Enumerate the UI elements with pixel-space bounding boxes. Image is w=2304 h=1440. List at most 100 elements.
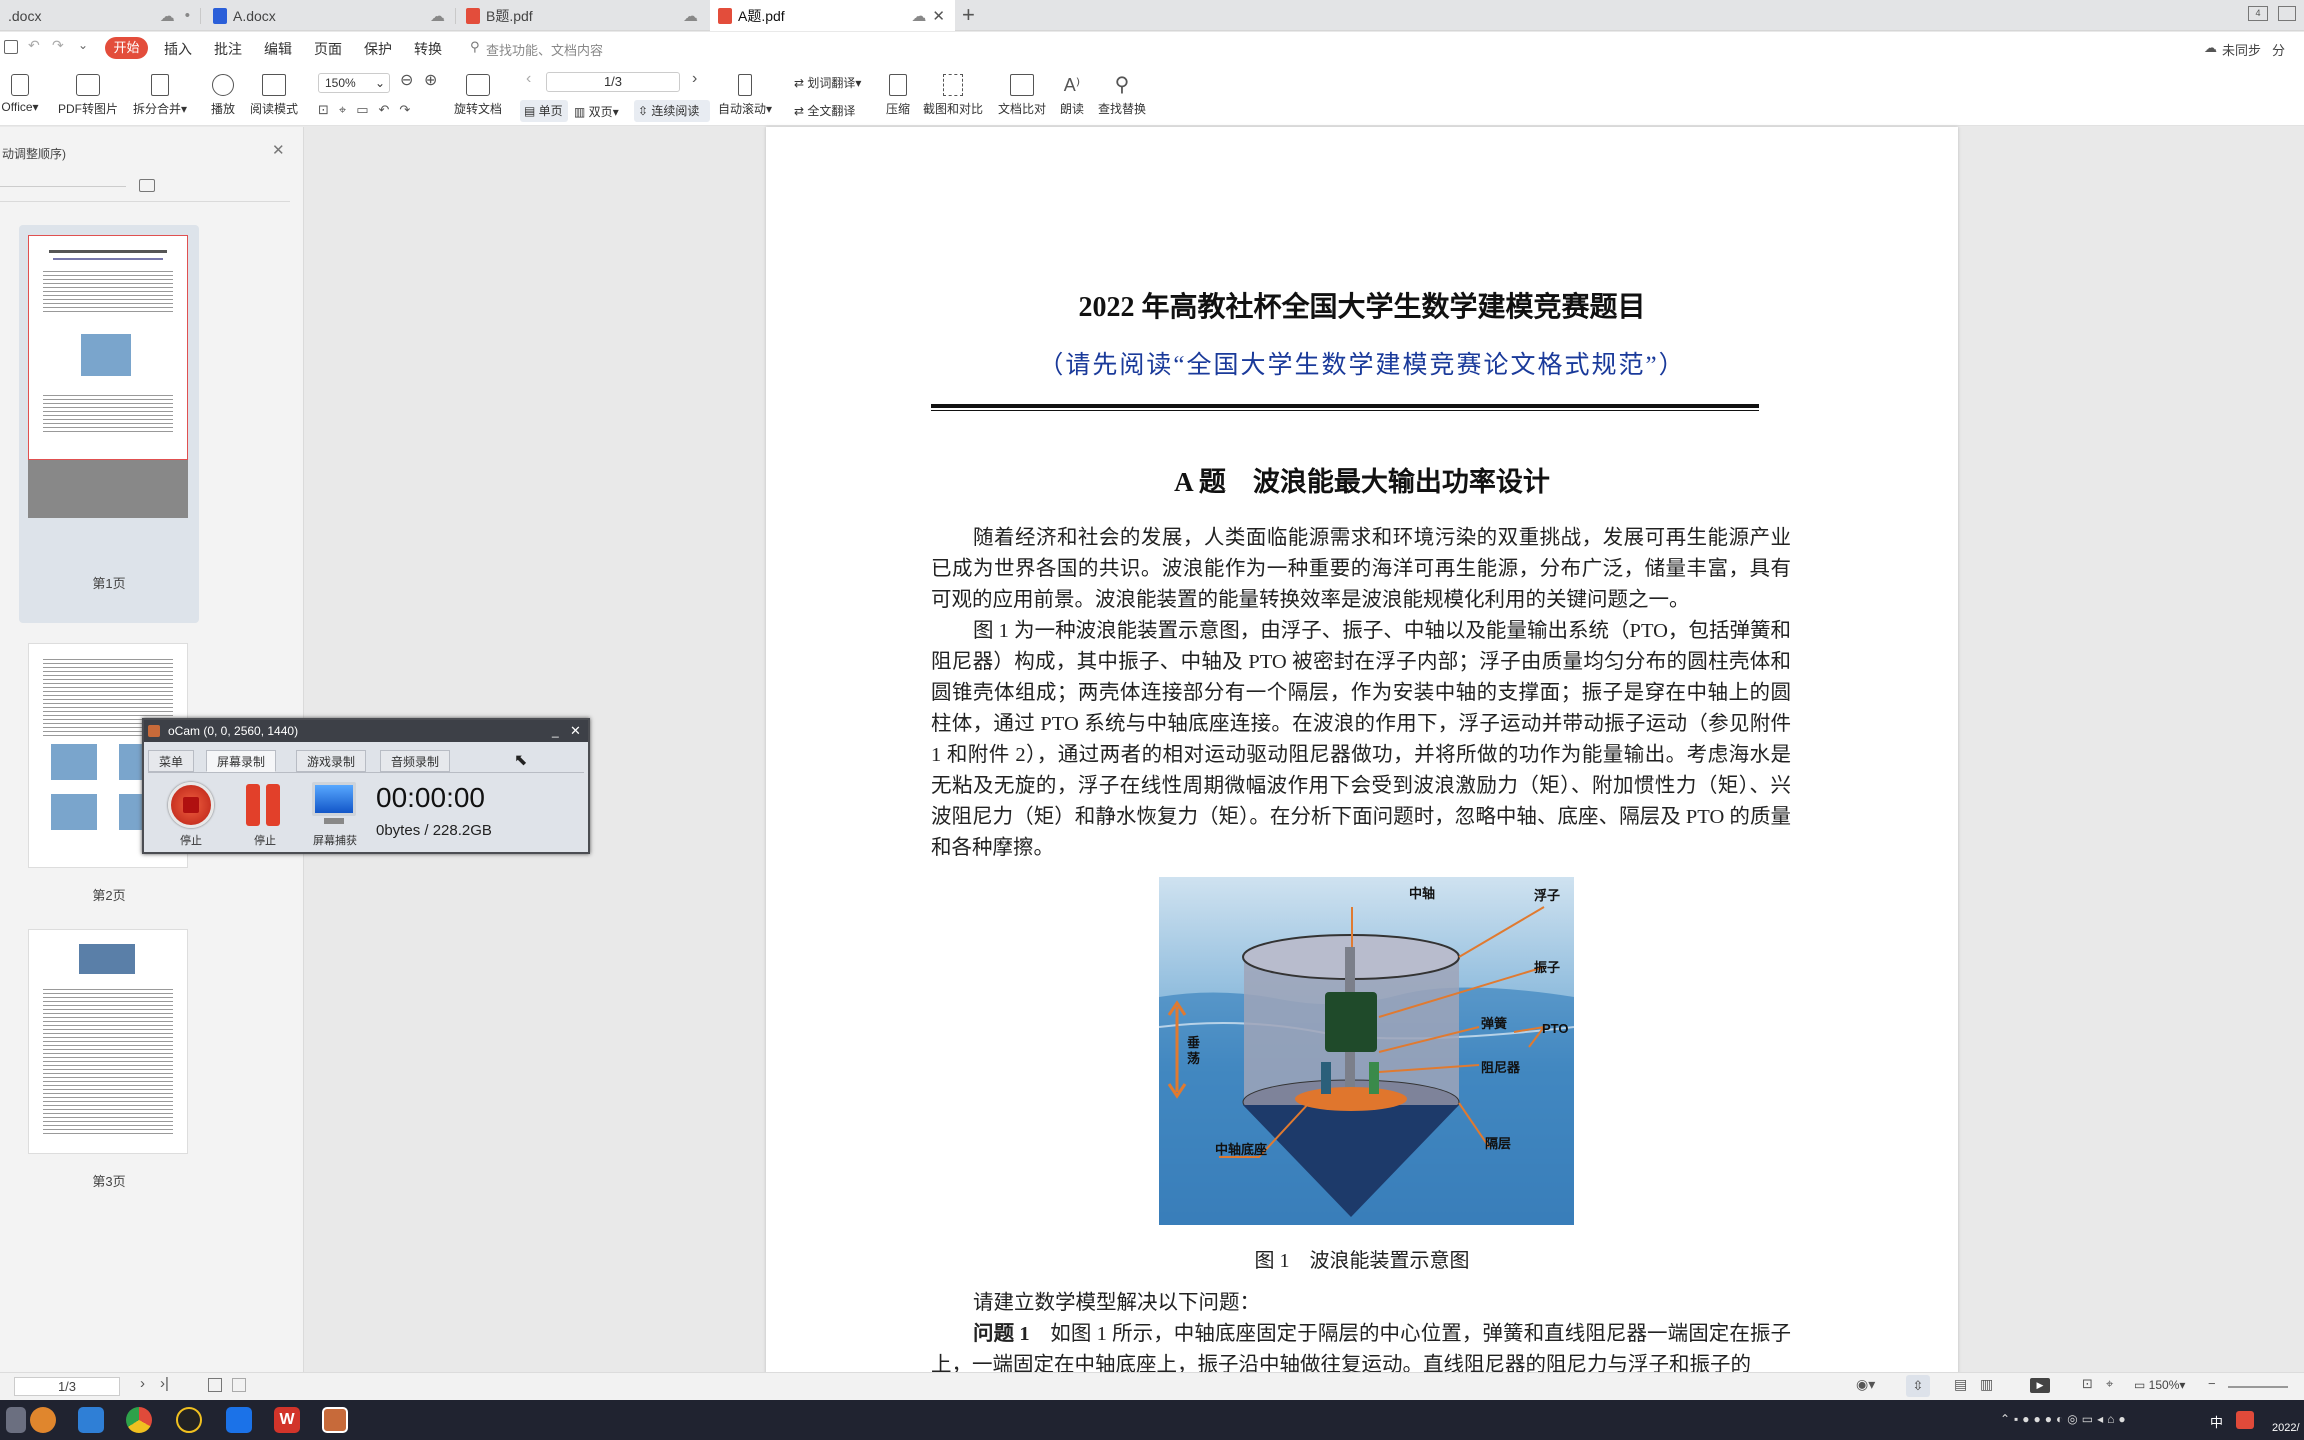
explorer-icon[interactable]: [6, 1407, 26, 1433]
translate-full-button[interactable]: ⇄ 全文翻译: [794, 102, 855, 119]
feishu-icon[interactable]: [78, 1407, 104, 1433]
split-merge-button[interactable]: 拆分合并▾: [130, 74, 190, 117]
menu-convert[interactable]: 转换: [414, 39, 442, 59]
ime-indicator[interactable]: 中: [2210, 1412, 2223, 1431]
play-button[interactable]: 播放: [208, 74, 238, 117]
page-number-input[interactable]: 1/3: [546, 72, 680, 92]
compress-icon: [889, 74, 907, 96]
share-button[interactable]: 分: [2272, 40, 2285, 59]
close-icon[interactable]: ✕: [932, 7, 945, 25]
tab-b-pdf[interactable]: B题.pdf ☁: [458, 0, 708, 31]
read-aloud-button[interactable]: A⁾ 朗读: [1056, 74, 1088, 117]
tab-divider: [455, 8, 456, 24]
function-search-input[interactable]: 查找功能、文档内容: [486, 40, 603, 59]
speaker-icon: A⁾: [1063, 75, 1081, 95]
question-1-text: 如图 1 所示，中轴底座固定于隔层的中心位置，弹簧和直线阻尼器一端固定在振子上，…: [931, 1323, 1792, 1376]
rotate-doc-button[interactable]: 旋转文档: [452, 74, 504, 117]
doc-compare-button[interactable]: 文档比对: [994, 74, 1050, 117]
zoom-slider[interactable]: [2228, 1386, 2288, 1388]
wps-icon[interactable]: W: [274, 1407, 300, 1433]
record-size: 0bytes / 228.2GB: [376, 822, 492, 839]
screenshot-compare-button[interactable]: 截图和对比: [922, 74, 984, 117]
auto-scroll-button[interactable]: 自动滚动▾: [716, 74, 774, 117]
fit-width-icon[interactable]: [232, 1378, 246, 1392]
compress-button[interactable]: 压缩: [880, 74, 916, 117]
firefox-icon[interactable]: [30, 1407, 56, 1433]
ocam-taskbar-icon[interactable]: [322, 1407, 348, 1433]
record-stop-icon[interactable]: [168, 782, 214, 828]
ocam-tab-game-record[interactable]: 游戏录制: [296, 750, 367, 772]
pause-icon-left[interactable]: [246, 784, 260, 826]
ocam-app-icon: [148, 725, 160, 737]
view-tool-icons[interactable]: ⊡⌖▭↶↷: [318, 102, 420, 118]
prev-page-icon[interactable]: ‹: [526, 70, 531, 88]
menu-comment[interactable]: 批注: [214, 39, 242, 59]
single-page-button[interactable]: ▤ 单页: [520, 100, 568, 122]
undo-icon[interactable]: ↶: [28, 37, 40, 54]
dingtalk-icon[interactable]: [226, 1407, 252, 1433]
sogou-ime-icon[interactable]: [2236, 1411, 2254, 1429]
single-page-icon[interactable]: ▤: [1954, 1376, 1967, 1393]
window-layout-icon[interactable]: 4: [2248, 6, 2268, 21]
continuous-view-icon[interactable]: ⇳: [1906, 1375, 1930, 1397]
pause-icon-right[interactable]: [266, 784, 280, 826]
crop-icon[interactable]: ⌖: [2106, 1376, 2113, 1392]
split-merge-label: 拆分合并: [132, 102, 181, 116]
menu-page[interactable]: 页面: [314, 39, 342, 59]
find-replace-label: 查找替换: [1097, 102, 1146, 116]
page-thumbnail-1[interactable]: 第1页: [19, 225, 199, 623]
last-page-icon[interactable]: ›|: [160, 1375, 169, 1392]
pdf-to-image-button[interactable]: PDF转图片: [56, 74, 120, 117]
zoom-select[interactable]: 150% ⌄: [318, 73, 390, 93]
ocam-tab-audio-record[interactable]: 音频录制: [380, 750, 451, 772]
qq-icon[interactable]: [176, 1407, 202, 1433]
new-tab-plus-icon[interactable]: +: [962, 2, 975, 28]
minimize-icon[interactable]: _: [552, 720, 559, 742]
read-mode-button[interactable]: 阅读模式: [248, 74, 300, 117]
zoom-out-icon[interactable]: ⊖: [400, 70, 413, 90]
ocam-tab-screen-record[interactable]: 屏幕录制: [206, 750, 277, 772]
find-replace-button[interactable]: ⚲ 查找替换: [1096, 74, 1148, 117]
menu-edit[interactable]: 编辑: [264, 39, 292, 59]
tab-cloud-icon: ☁: [159, 7, 175, 25]
zoom-level[interactable]: ▭ 150%▾: [2134, 1378, 2185, 1392]
continuous-read-button[interactable]: ⇳ 连续阅读: [634, 100, 710, 122]
status-page-input[interactable]: 1/3: [14, 1377, 120, 1396]
next-page-icon[interactable]: ›: [692, 70, 697, 88]
ocam-title-bar[interactable]: oCam (0, 0, 2560, 1440) _ ✕: [144, 720, 588, 742]
ocam-tab-menu[interactable]: 菜单: [148, 750, 195, 772]
tab-docx[interactable]: .docx ☁ •: [0, 0, 200, 31]
print-icon[interactable]: [4, 40, 18, 54]
tab-a-pdf[interactable]: A题.pdf ☁ ✕: [710, 0, 955, 31]
label-pto: PTO: [1542, 1021, 1569, 1036]
chrome-icon[interactable]: [126, 1407, 152, 1433]
fit-page-icon[interactable]: [208, 1378, 222, 1392]
fit-icon[interactable]: ⊡: [2082, 1376, 2093, 1392]
menu-protect[interactable]: 保护: [364, 39, 392, 59]
double-page-icon[interactable]: ▥: [1980, 1376, 1993, 1393]
sync-status[interactable]: 未同步: [2222, 40, 2261, 59]
zoom-in-icon[interactable]: ⊕: [424, 70, 437, 90]
monitor-icon[interactable]: [312, 782, 356, 816]
close-icon[interactable]: ✕: [272, 141, 285, 159]
menu-insert[interactable]: 插入: [164, 39, 192, 59]
doc-compare-label: 文档比对: [997, 102, 1046, 116]
image-icon[interactable]: [139, 179, 155, 192]
page-thumbnail-3[interactable]: 第3页: [19, 919, 199, 1191]
next-page-icon[interactable]: ›: [140, 1375, 145, 1392]
more-dropdown-icon[interactable]: ⌄: [78, 38, 88, 52]
eye-protection-icon[interactable]: ◉▾: [1856, 1376, 1875, 1393]
redo-icon[interactable]: ↷: [52, 37, 64, 54]
tab-bar: .docx ☁ • A.docx ☁ B题.pdf ☁ A题.pdf ☁ ✕ +…: [0, 0, 2304, 31]
double-page-button[interactable]: ▥ 双页▾: [574, 103, 619, 120]
menu-start[interactable]: 开始: [105, 37, 148, 59]
translate-select-button[interactable]: ⇄ 划词翻译▾: [794, 74, 861, 91]
grid-view-icon[interactable]: [2278, 6, 2296, 21]
office-button[interactable]: Office▾: [0, 74, 40, 114]
system-tray-icons[interactable]: ⌃▪●●●◐◎▭◂⌂●: [2000, 1412, 2130, 1426]
tab-a-docx[interactable]: A.docx ☁: [205, 0, 455, 31]
close-icon[interactable]: ✕: [570, 720, 581, 742]
play-icon[interactable]: ▶: [2030, 1378, 2050, 1393]
zoom-out-icon[interactable]: −: [2208, 1376, 2216, 1391]
label-base: 中轴底座: [1215, 1142, 1268, 1157]
